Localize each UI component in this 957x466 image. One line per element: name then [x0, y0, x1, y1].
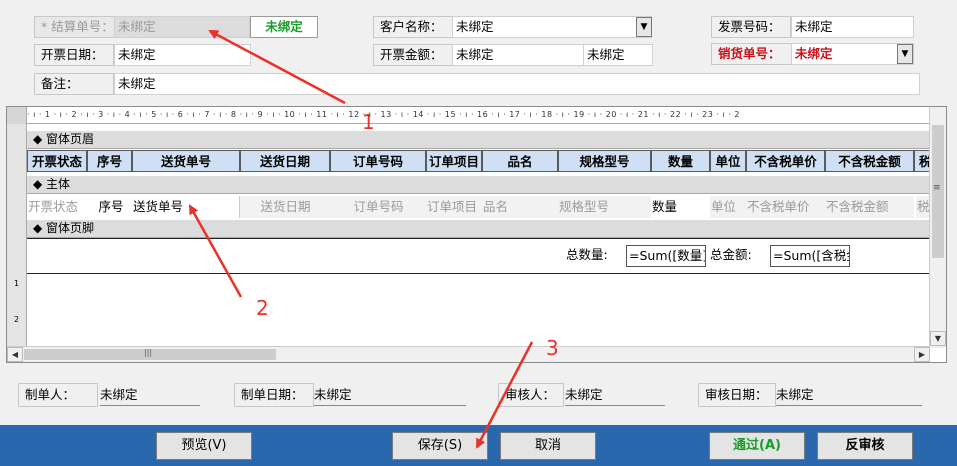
annotation-arrow-3: [475, 341, 534, 449]
annotation-number-3: 3: [546, 336, 559, 360]
annotation-number-2: 2: [256, 296, 269, 320]
annotation-number-1: 1: [362, 110, 375, 134]
annotation-overlay: [188, 29, 534, 449]
annotation-arrow-2: [188, 204, 243, 298]
annotation-arrow-1: [208, 29, 346, 105]
